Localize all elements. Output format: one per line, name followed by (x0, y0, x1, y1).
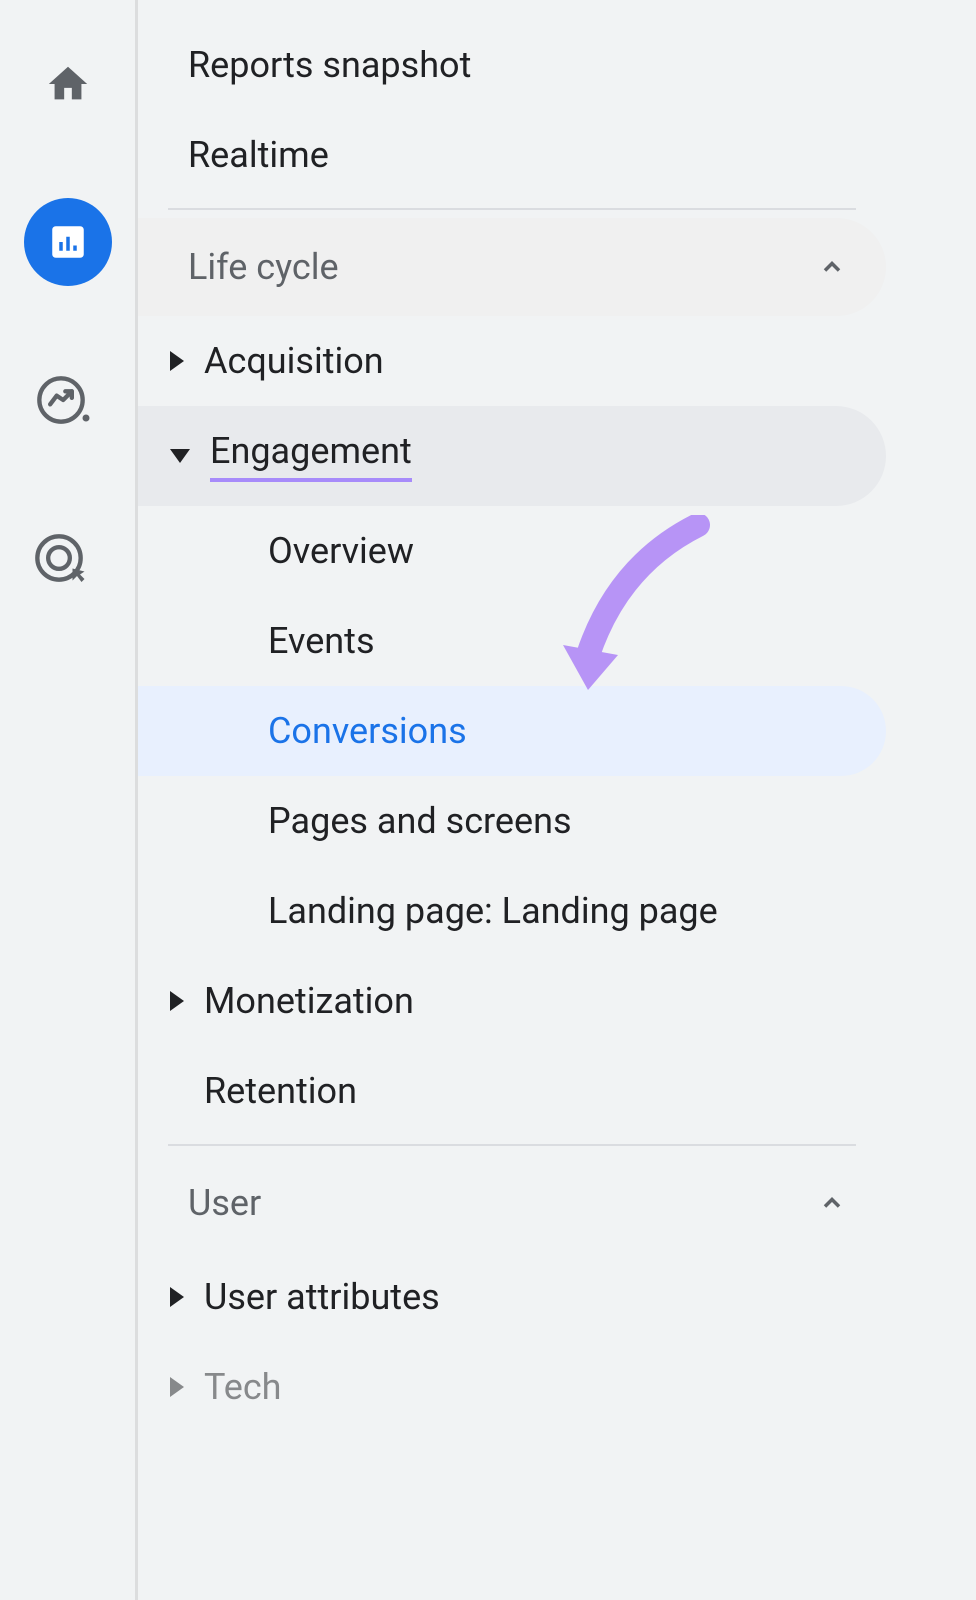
divider (168, 208, 856, 210)
reports-icon[interactable] (24, 198, 112, 286)
explore-icon[interactable] (24, 356, 112, 444)
triangle-right-icon (170, 991, 184, 1011)
nav-label: Tech (204, 1366, 282, 1408)
nav-engagement[interactable]: Engagement (138, 406, 886, 506)
triangle-right-icon (170, 351, 184, 371)
nav-tech[interactable]: Tech (138, 1342, 886, 1432)
chevron-up-icon (818, 1189, 846, 1217)
navigation-panel: Reports snapshot Realtime Life cycle Acq… (138, 0, 976, 1600)
nav-label: Reports snapshot (188, 44, 471, 86)
nav-overview[interactable]: Overview (138, 506, 886, 596)
home-icon[interactable] (24, 40, 112, 128)
nav-label: Events (268, 620, 375, 662)
icon-rail (0, 0, 138, 1600)
section-title: Life cycle (188, 246, 339, 288)
nav-acquisition[interactable]: Acquisition (138, 316, 886, 406)
nav-retention[interactable]: Retention (138, 1046, 886, 1136)
nav-label: User attributes (204, 1276, 440, 1318)
nav-label: Conversions (268, 710, 467, 752)
divider (168, 1144, 856, 1146)
triangle-right-icon (170, 1377, 184, 1397)
nav-label: Engagement (210, 430, 412, 482)
nav-label: Realtime (188, 134, 329, 176)
nav-label: Landing page: Landing page (268, 890, 718, 932)
nav-monetization[interactable]: Monetization (138, 956, 886, 1046)
section-title: User (188, 1182, 261, 1224)
triangle-down-icon (170, 449, 190, 463)
nav-label: Overview (268, 530, 414, 572)
section-user[interactable]: User (138, 1154, 886, 1252)
triangle-right-icon (170, 1287, 184, 1307)
nav-realtime[interactable]: Realtime (138, 110, 886, 200)
nav-label: Acquisition (204, 340, 384, 382)
section-life-cycle[interactable]: Life cycle (138, 218, 886, 316)
chevron-up-icon (818, 253, 846, 281)
nav-conversions[interactable]: Conversions (138, 686, 886, 776)
nav-events[interactable]: Events (138, 596, 886, 686)
nav-pages-screens[interactable]: Pages and screens (138, 776, 886, 866)
nav-label: Pages and screens (268, 800, 572, 842)
nav-label: Monetization (204, 980, 414, 1022)
nav-user-attributes[interactable]: User attributes (138, 1252, 886, 1342)
advertising-icon[interactable] (24, 514, 112, 602)
nav-label: Retention (204, 1070, 357, 1112)
nav-landing-page[interactable]: Landing page: Landing page (138, 866, 886, 956)
nav-reports-snapshot[interactable]: Reports snapshot (138, 20, 886, 110)
